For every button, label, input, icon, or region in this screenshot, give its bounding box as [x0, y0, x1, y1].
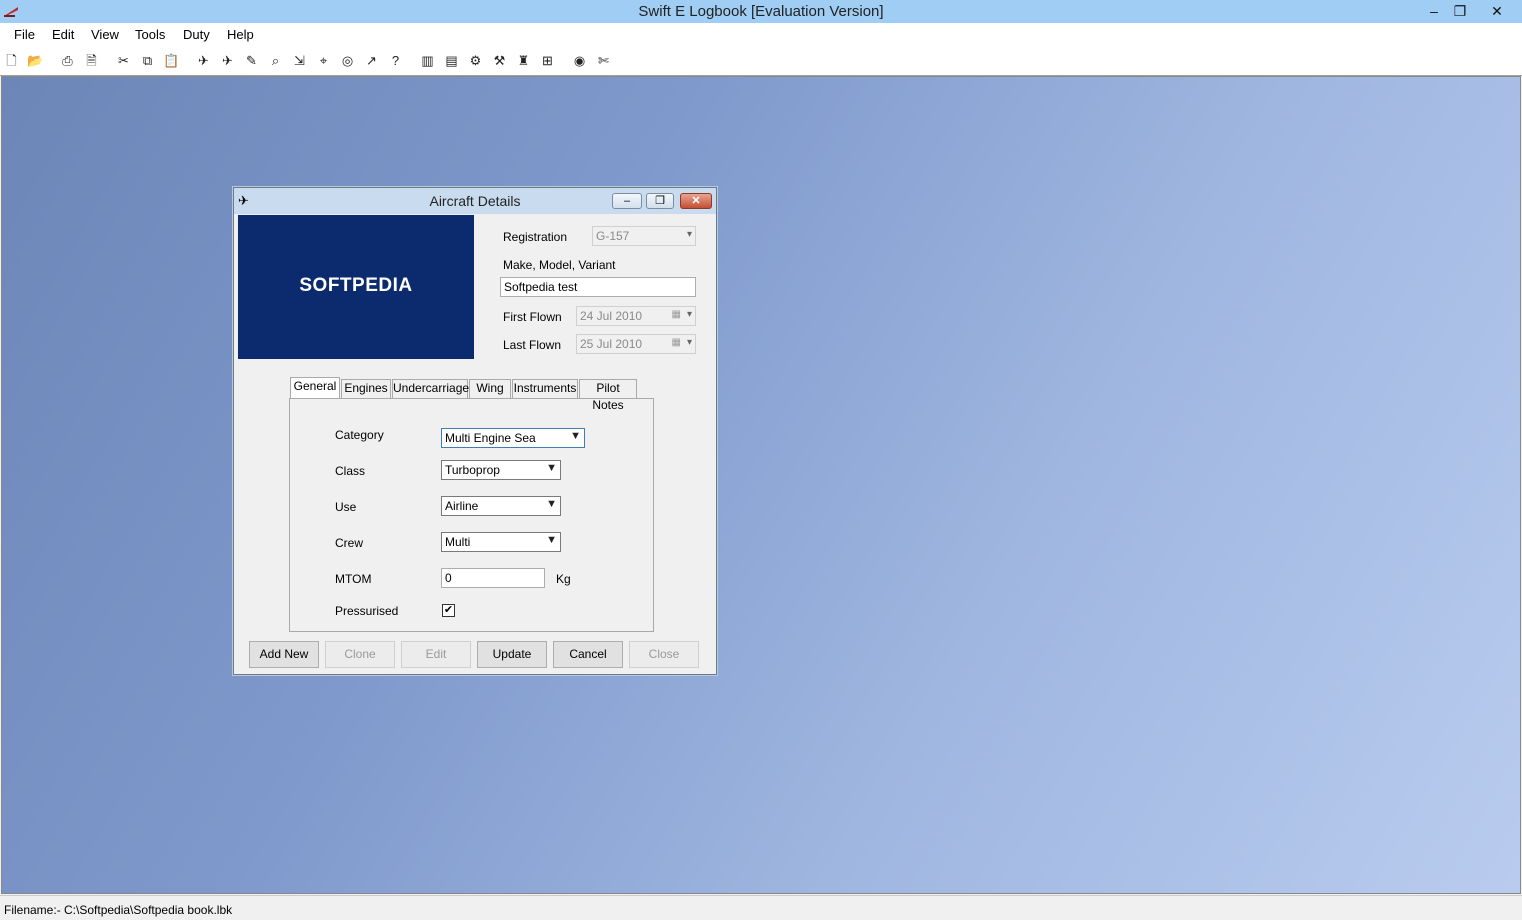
open-icon[interactable]: 📂: [27, 52, 44, 69]
airplane-icon[interactable]: ✈: [219, 52, 236, 69]
toolbar: 🗋 📂 ⎙ 🗎 ✂ ⧉ 📋 ✈ ✈ ✎ ⌕ ⇲ ⌖ ◎ ↗ ? ▥ ▤ ⚙ ⚒ …: [0, 47, 1522, 76]
tab-pilot-notes[interactable]: Pilot Notes: [579, 379, 637, 412]
chevron-down-icon: ▼: [546, 462, 557, 474]
mtom-unit: Kg: [556, 572, 571, 586]
first-flown-date-picker[interactable]: 24 Jul 2010 ▦ ▾: [576, 306, 696, 326]
globe-icon[interactable]: ◉: [571, 52, 588, 69]
edit-button[interactable]: Edit: [401, 641, 471, 668]
tab-engines[interactable]: Engines: [341, 379, 391, 398]
menu-view[interactable]: View: [91, 27, 119, 42]
navigation-icon[interactable]: ⌖: [315, 52, 332, 69]
use-select[interactable]: Airline ▼: [441, 496, 561, 516]
mtom-input[interactable]: 0: [441, 568, 545, 588]
aircraft-icon[interactable]: ✈: [195, 52, 212, 69]
tools-icon[interactable]: ⚒: [491, 52, 508, 69]
class-select[interactable]: Turboprop ▼: [441, 460, 561, 480]
radio-icon[interactable]: ◎: [339, 52, 356, 69]
chevron-down-icon: ▼: [546, 534, 557, 546]
crew-label: Crew: [335, 536, 364, 550]
scissors-icon[interactable]: ✄: [595, 52, 612, 69]
menu-file[interactable]: File: [14, 27, 35, 42]
new-icon[interactable]: 🗋: [3, 52, 20, 69]
dialog-close-button[interactable]: ✕: [680, 193, 712, 209]
registration-select[interactable]: G-157 ▾: [592, 226, 696, 246]
cancel-button[interactable]: Cancel: [553, 641, 623, 668]
category-select[interactable]: Multi Engine Sea ▼: [441, 428, 585, 448]
make-model-label: Make, Model, Variant: [503, 258, 616, 272]
print-preview-icon[interactable]: 🗎: [83, 52, 100, 69]
use-label: Use: [335, 500, 357, 514]
make-model-input[interactable]: Softpedia test: [500, 277, 696, 297]
copy-icon[interactable]: ⧉: [139, 52, 156, 69]
softpedia-logo: SOFTPEDIA: [299, 275, 413, 296]
calendar-icon: ▦: [671, 309, 681, 320]
dialog-maximize-button[interactable]: ❐: [646, 193, 674, 209]
last-flown-label: Last Flown: [503, 338, 562, 352]
last-flown-date-picker[interactable]: 25 Jul 2010 ▦ ▾: [576, 334, 696, 354]
category-label: Category: [335, 428, 384, 442]
clone-button[interactable]: Clone: [325, 641, 395, 668]
search-icon[interactable]: ⌕: [267, 52, 284, 69]
registration-label: Registration: [503, 230, 568, 244]
crew-select[interactable]: Multi ▼: [441, 532, 561, 552]
restore-button[interactable]: ❐: [1445, 0, 1475, 22]
mdi-workspace: [1, 76, 1521, 894]
chevron-down-icon: ▾: [686, 229, 692, 240]
book-icon[interactable]: ▤: [443, 52, 460, 69]
class-label: Class: [335, 464, 366, 478]
cut-icon[interactable]: ✂: [115, 52, 132, 69]
landing-icon[interactable]: ⇲: [291, 52, 308, 69]
menu-duty[interactable]: Duty: [183, 27, 210, 42]
first-flown-label: First Flown: [503, 310, 562, 324]
dialog-titlebar: ✈ Aircraft Details – ❐ ✕: [234, 188, 716, 214]
tab-undercarriage[interactable]: Undercarriage: [392, 379, 469, 398]
chevron-down-icon: ▾: [686, 337, 692, 348]
menu-edit[interactable]: Edit: [52, 27, 74, 42]
edit-flight-icon[interactable]: ✎: [243, 52, 260, 69]
pressurised-label: Pressurised: [335, 604, 399, 618]
checkmark-icon: ✔: [443, 604, 454, 616]
close-button[interactable]: ✕: [1482, 0, 1512, 22]
close-dialog-button[interactable]: Close: [629, 641, 699, 668]
certificate-icon[interactable]: ♜: [515, 52, 532, 69]
filename-status: Filename:- C:\Softpedia\Softpedia book.l…: [4, 903, 233, 917]
menu-help[interactable]: Help: [227, 27, 254, 42]
print-icon[interactable]: ⎙: [59, 52, 76, 69]
dialog-minimize-button[interactable]: –: [612, 193, 642, 209]
general-tab-panel: Category Multi Engine Sea ▼ Class Turbop…: [289, 398, 654, 632]
app-title: Swift E Logbook [Evaluation Version]: [638, 3, 884, 20]
menu-bar: File Edit View Tools Duty Help: [0, 23, 1522, 47]
menu-tools[interactable]: Tools: [135, 27, 165, 42]
chevron-down-icon: ▼: [570, 430, 581, 442]
aircraft-image: SOFTPEDIA: [238, 215, 474, 359]
add-new-button[interactable]: Add New: [249, 641, 319, 668]
app-titlebar: Swift E Logbook [Evaluation Version] – ❐…: [0, 0, 1522, 23]
takeoff-icon[interactable]: ↗: [363, 52, 380, 69]
settings-icon[interactable]: ⚙: [467, 52, 484, 69]
mtom-label: MTOM: [335, 572, 372, 586]
status-bar: Filename:- C:\Softpedia\Softpedia book.l…: [0, 895, 1522, 920]
chevron-down-icon: ▼: [546, 498, 557, 510]
help-icon[interactable]: ?: [387, 52, 404, 69]
paste-icon[interactable]: 📋: [163, 52, 180, 69]
chevron-down-icon: ▾: [686, 309, 692, 320]
pressurised-checkbox[interactable]: ✔: [442, 604, 455, 617]
calendar-icon: ▦: [671, 337, 681, 348]
duty-icon[interactable]: ⊞: [539, 52, 556, 69]
tab-general[interactable]: General: [290, 377, 340, 398]
update-button[interactable]: Update: [477, 641, 547, 668]
tab-instruments[interactable]: Instruments: [512, 379, 578, 398]
chart-icon[interactable]: ▥: [419, 52, 436, 69]
tab-wing[interactable]: Wing: [469, 379, 511, 398]
aircraft-details-dialog: ✈ Aircraft Details – ❐ ✕ SOFTPEDIA Regis…: [233, 187, 717, 675]
dialog-title: Aircraft Details: [429, 193, 521, 209]
